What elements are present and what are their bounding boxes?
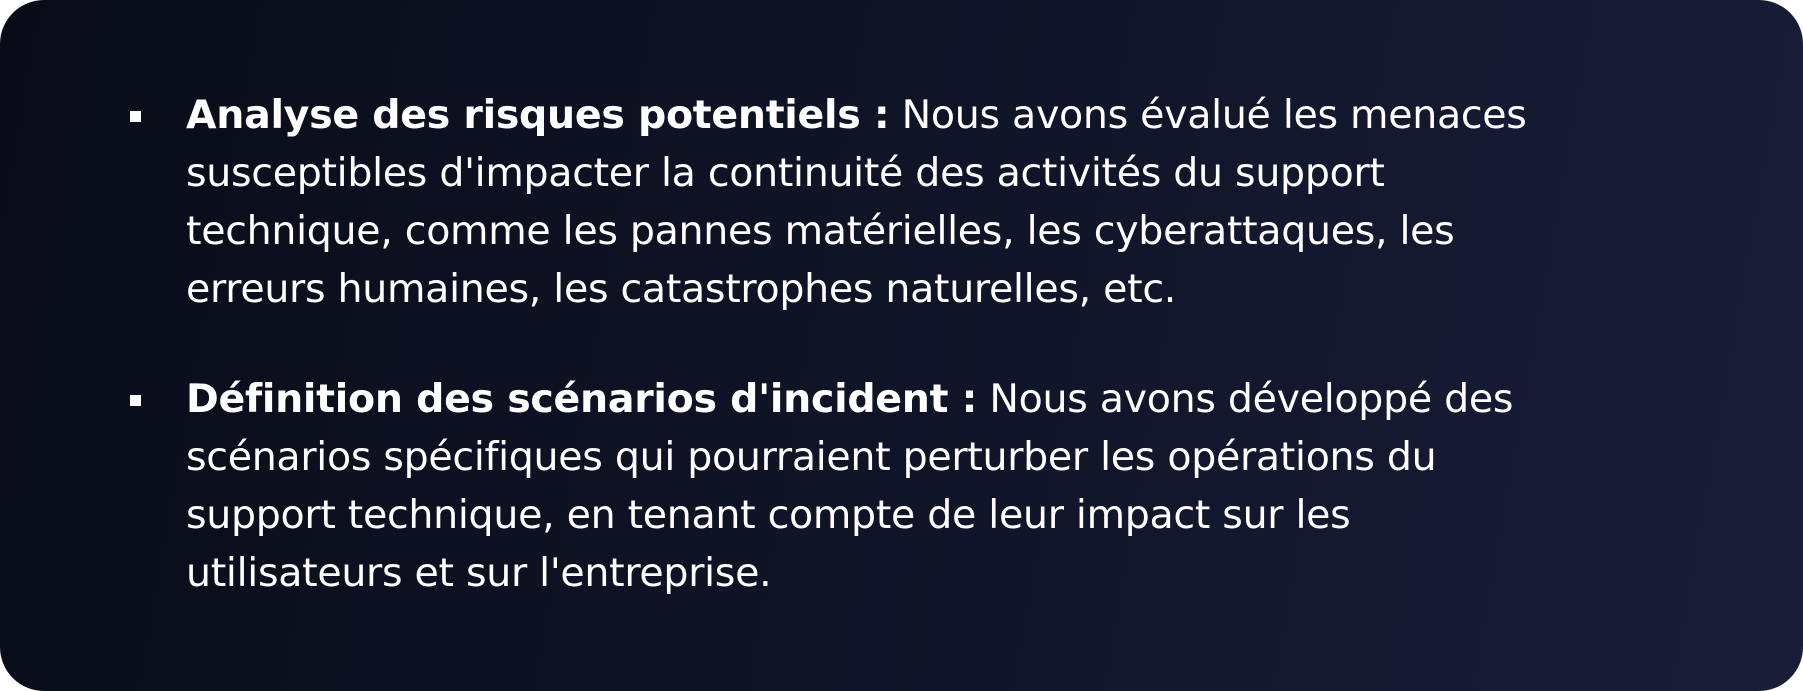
square-bullet-icon <box>130 111 141 122</box>
list-item-risk-analysis: Analyse des risques potentiels : Nous av… <box>130 86 1686 318</box>
item-body-line: scénarios spécifiques qui pourraient per… <box>186 434 1437 480</box>
square-bullet-icon <box>130 395 141 406</box>
list-item-text: Définition des scénarios d'incident : No… <box>186 370 1686 602</box>
item-body-line: support technique, en tenant compte de l… <box>186 492 1351 538</box>
item-body-line: erreurs humaines, les catastrophes natur… <box>186 266 1177 312</box>
item-body-line: utilisateurs et sur l'entreprise. <box>186 550 772 596</box>
item-body-line: susceptibles d'impacter la continuité de… <box>186 150 1385 196</box>
list-item-text: Analyse des risques potentiels : Nous av… <box>186 86 1686 318</box>
item-body-line: Nous avons évalué les menaces <box>889 92 1527 138</box>
item-title: Définition des scénarios d'incident : <box>186 376 978 422</box>
item-body-line: technique, comme les pannes matérielles,… <box>186 208 1455 254</box>
item-title: Analyse des risques potentiels : <box>186 92 890 138</box>
text-line: Analyse des risques potentiels : Nous av… <box>186 86 1686 144</box>
item-body-line: Nous avons développé des <box>977 376 1514 422</box>
content-card: Analyse des risques potentiels : Nous av… <box>0 0 1803 691</box>
bullet-list: Analyse des risques potentiels : Nous av… <box>130 86 1686 654</box>
text-line: Définition des scénarios d'incident : No… <box>186 370 1686 428</box>
list-item-incident-scenarios: Définition des scénarios d'incident : No… <box>130 370 1686 602</box>
